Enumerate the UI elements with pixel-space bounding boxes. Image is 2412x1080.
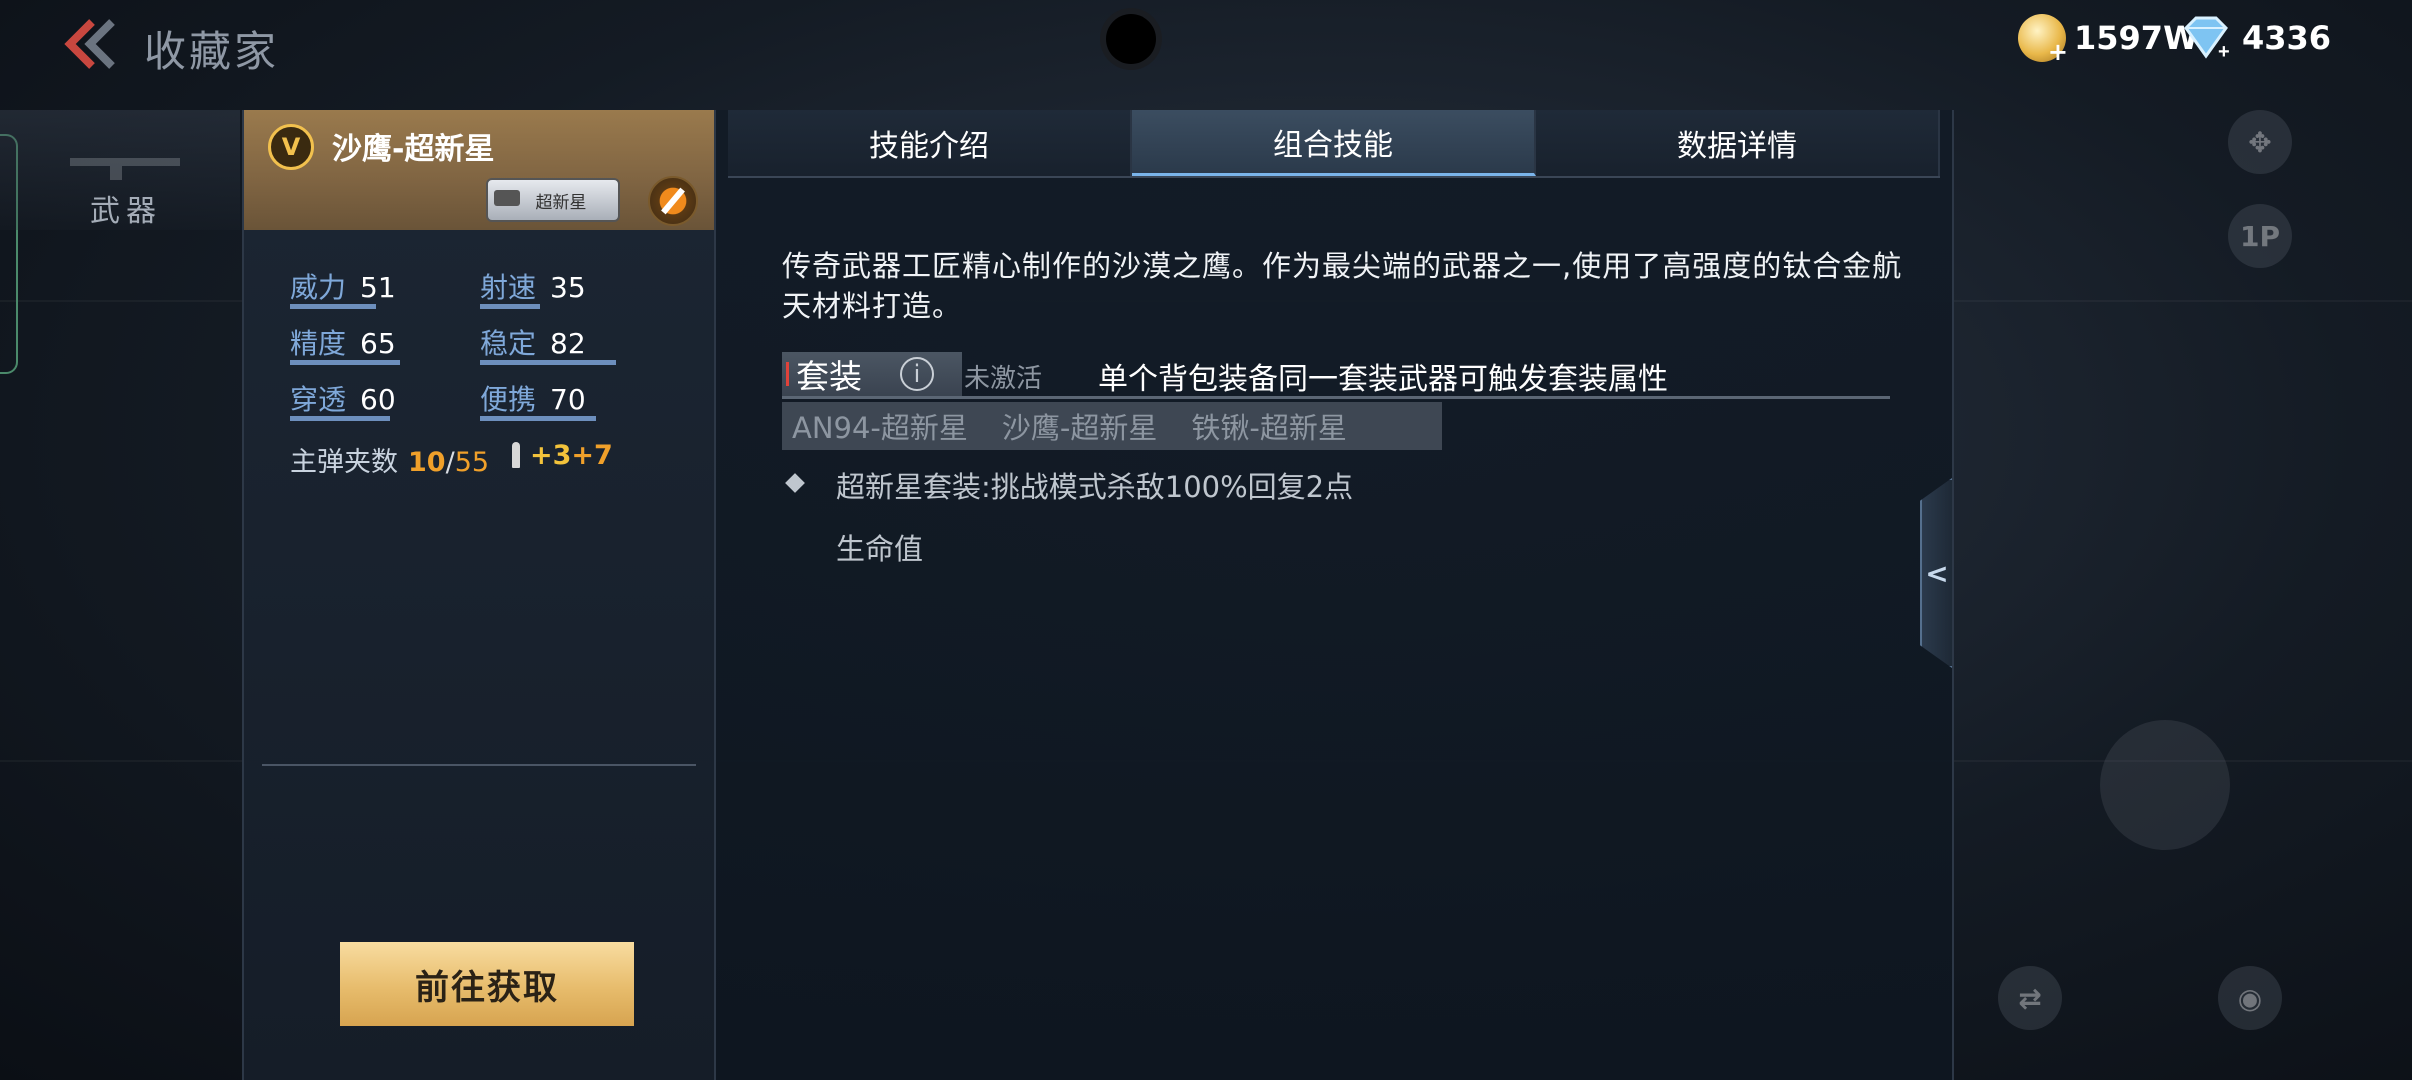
gold-coin-icon	[2018, 14, 2068, 66]
tab-skill-intro[interactable]: 技能介绍	[728, 110, 1132, 176]
stat-penetration: 穿透 60	[290, 378, 396, 421]
stat-label: 射速	[480, 271, 537, 304]
set-member: AN94-超新星	[792, 411, 968, 445]
page-title: 收藏家	[144, 27, 280, 76]
back-button[interactable]	[52, 14, 122, 74]
stat-value: 70	[550, 383, 586, 416]
set-member: 沙鹰-超新星	[1001, 411, 1158, 445]
set-effect: 超新星套装:挑战模式杀敌100%回复2点 生命值	[836, 456, 1436, 580]
stat-label: 威力	[290, 271, 347, 304]
camera-cutout	[1106, 14, 1156, 64]
svg-text:+: +	[2218, 41, 2230, 62]
bullet-diamond-icon	[785, 473, 805, 493]
stat-value: 82	[550, 327, 586, 360]
stat-bar	[480, 360, 616, 365]
mode-1p-button[interactable]: 1P	[2228, 204, 2292, 268]
tab-bar: 技能介绍 组合技能 数据详情	[728, 110, 1940, 176]
stat-power: 威力 51	[290, 266, 396, 309]
stat-label: 穿透	[290, 383, 347, 416]
tab-data-details[interactable]: 数据详情	[1536, 110, 1940, 176]
weapon-type-icon[interactable]	[648, 176, 698, 226]
set-underline	[782, 396, 1890, 399]
stat-fire-rate: 射速 35	[480, 266, 586, 309]
weapon-name: 沙鹰-超新星	[332, 132, 495, 167]
ammo-bonus-b: +7	[571, 440, 613, 471]
stat-bar	[290, 304, 376, 309]
ammo-bonus-a: +3	[530, 440, 572, 471]
controller-icon[interactable]: ✥	[2228, 110, 2292, 174]
set-effect-line: 生命值	[836, 532, 924, 566]
set-bonus-row: 套装 i 未激活 单个背包装备同一套装武器可触发套装属性	[782, 352, 1890, 399]
info-icon[interactable]: i	[900, 357, 934, 391]
fire-button-bg	[2100, 720, 2230, 850]
set-tab[interactable]: 套装 i	[782, 352, 962, 396]
diamond-amount: 4336	[2242, 19, 2332, 57]
stat-bar	[480, 416, 596, 421]
bullet-icon	[512, 442, 520, 468]
stat-label: 精度	[290, 327, 347, 360]
chevron-left-icon: <	[1925, 556, 1949, 590]
set-label: 套装	[796, 357, 862, 396]
magazine-info: 主弹夹数 10/55	[290, 440, 489, 479]
stat-value: 51	[360, 271, 396, 304]
stat-label: 便携	[480, 383, 537, 416]
view-eye-icon[interactable]: ◉	[2218, 966, 2282, 1030]
set-status: 未激活	[964, 364, 1043, 394]
weapon-info-panel: V 沙鹰-超新星 超新星 威力 51 射速 35 精度 65 稳定 82 穿透 60 便携…	[242, 110, 714, 1080]
supernova-tag-badge: 超新星	[486, 178, 620, 222]
rifle-icon	[70, 158, 180, 180]
tab-combo-skill[interactable]: 组合技能	[1132, 110, 1536, 176]
diamond-icon: +	[2184, 16, 2230, 62]
tab-underline	[728, 176, 1940, 178]
ammo-bonus: +3+7	[512, 440, 613, 471]
stat-value: 65	[360, 327, 396, 360]
magazine-max: 55	[454, 447, 490, 478]
set-note: 单个背包装备同一套装武器可触发套装属性	[1098, 362, 1668, 397]
collapse-panel-handle[interactable]: <	[1920, 478, 1952, 668]
magazine-label: 主弹夹数	[290, 447, 398, 478]
back-arrow-icon	[64, 19, 115, 69]
magazine-separator: /	[445, 447, 455, 478]
set-member: 铁锹-超新星	[1191, 411, 1347, 445]
stat-bar	[480, 304, 540, 309]
rank-badge-icon: V	[268, 124, 314, 170]
stat-accuracy: 精度 65	[290, 322, 400, 365]
stat-portability: 便携 70	[480, 378, 596, 421]
weapon-header: V 沙鹰-超新星 超新星	[244, 110, 714, 230]
diamond-currency[interactable]: + 4336	[2178, 14, 2331, 62]
weapon-description: 传奇武器工匠精心制作的沙漠之鹰。作为最尖端的武器之一,使用了高强度的钛合金航天材…	[782, 249, 1903, 323]
set-members: AN94-超新星 沙鹰-超新星 铁锹-超新星	[782, 402, 1442, 450]
stat-label: 稳定	[480, 327, 537, 360]
gold-currency[interactable]: 1597W	[2018, 14, 2198, 66]
sidebar-item-label: 武器	[90, 194, 162, 229]
stat-value: 35	[550, 271, 586, 304]
magazine-current: 10	[408, 447, 446, 478]
set-effect-line: 超新星套装:挑战模式杀敌100%回复2点	[836, 470, 1354, 504]
stat-stability: 稳定 82	[480, 322, 616, 365]
panel-divider	[262, 764, 696, 766]
swap-icon[interactable]: ⇄	[1998, 966, 2062, 1030]
stat-bar	[290, 416, 390, 421]
go-get-button[interactable]: 前往获取	[340, 942, 634, 1026]
tag-label: 超新星	[535, 192, 587, 213]
stat-bar	[290, 360, 400, 365]
skill-content-panel: 技能介绍 组合技能 数据详情 传奇武器工匠精心制作的沙漠之鹰。作为最尖端的武器之…	[714, 110, 1954, 1080]
stat-value: 60	[360, 383, 396, 416]
